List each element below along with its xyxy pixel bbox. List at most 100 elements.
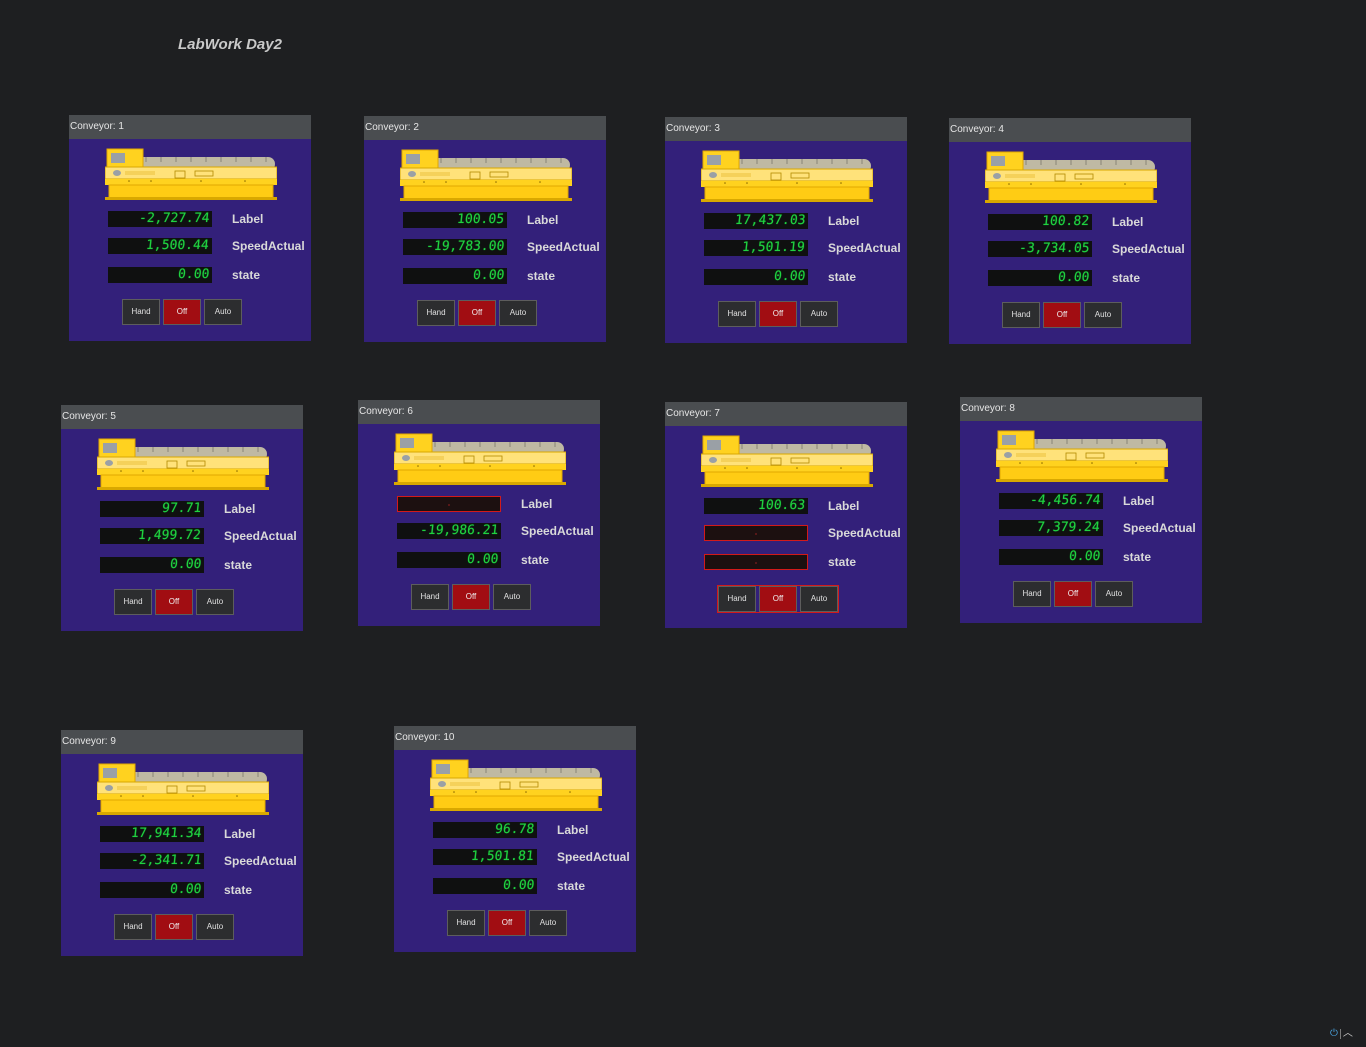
conveyor-panel-3: Conveyor: 3 17,437.03 Label 1,501.19 Spe… [665, 117, 907, 343]
conveyor-graphic [97, 763, 269, 815]
error-dot [755, 562, 757, 564]
hand-button[interactable]: Hand [718, 586, 756, 612]
off-button[interactable]: Off [759, 586, 797, 612]
speed-display: -19,986.21 [397, 523, 501, 539]
auto-button[interactable]: Auto [800, 586, 838, 612]
auto-button[interactable]: Auto [196, 589, 234, 615]
label-caption: Label [232, 212, 264, 226]
state-caption: state [232, 268, 261, 282]
auto-button[interactable]: Auto [800, 301, 838, 327]
mode-buttons: Hand Off Auto [1002, 302, 1122, 328]
auto-button[interactable]: Auto [529, 910, 567, 936]
off-button[interactable]: Off [488, 910, 526, 936]
off-button[interactable]: Off [1043, 302, 1081, 328]
state-display: 0.00 [999, 549, 1103, 565]
state-display: 0.00 [403, 268, 507, 284]
conveyor-panel-7: Conveyor: 7 100.63 Label SpeedActual sta… [665, 402, 907, 628]
auto-button[interactable]: Auto [196, 914, 234, 940]
state-caption: state [1112, 271, 1141, 285]
label-value: 97.71 [161, 501, 202, 516]
mode-buttons: Hand Off Auto [122, 299, 242, 325]
label-caption: Label [224, 827, 256, 841]
panel-header: Conveyor: 10 [394, 726, 636, 750]
power-icon[interactable]: ⏻ [1330, 1027, 1338, 1041]
state-display: 0.00 [704, 269, 808, 285]
off-button[interactable]: Off [155, 914, 193, 940]
speed-caption: SpeedActual [828, 241, 901, 255]
state-caption: state [521, 553, 550, 567]
hand-button[interactable]: Hand [411, 584, 449, 610]
hand-button[interactable]: Hand [114, 589, 152, 615]
speed-caption: SpeedActual [1123, 521, 1196, 535]
hand-button[interactable]: Hand [122, 299, 160, 325]
panel-header: Conveyor: 4 [949, 118, 1191, 142]
mode-buttons: Hand Off Auto [114, 589, 234, 615]
auto-button[interactable]: Auto [493, 584, 531, 610]
label-display: 100.82 [988, 214, 1092, 230]
label-value: 17,437.03 [733, 213, 806, 228]
label-value: 100.82 [1041, 214, 1090, 229]
speed-caption: SpeedActual [1112, 242, 1185, 256]
conveyor-graphic [430, 759, 602, 811]
panel-header: Conveyor: 9 [61, 730, 303, 754]
off-button[interactable]: Off [155, 589, 193, 615]
conveyor-panel-9: Conveyor: 9 17,941.34 Label -2,341.71 Sp… [61, 730, 303, 956]
auto-button[interactable]: Auto [204, 299, 242, 325]
state-display: 0.00 [397, 552, 501, 568]
speed-display: -19,783.00 [403, 239, 507, 255]
speed-value: -3,734.05 [1017, 241, 1090, 256]
off-button[interactable]: Off [452, 584, 490, 610]
label-value: -2,727.74 [137, 211, 210, 226]
auto-button[interactable]: Auto [1084, 302, 1122, 328]
auto-button[interactable]: Auto [499, 300, 537, 326]
hand-button[interactable]: Hand [718, 301, 756, 327]
off-button[interactable]: Off [163, 299, 201, 325]
conveyor-panel-2: Conveyor: 2 100.05 Label -19,783.00 Spee… [364, 116, 606, 342]
state-display: 0.00 [100, 882, 204, 898]
auto-button[interactable]: Auto [1095, 581, 1133, 607]
label-caption: Label [1112, 215, 1144, 229]
conveyor-graphic [701, 150, 873, 202]
speed-display: 1,499.72 [100, 528, 204, 544]
off-button[interactable]: Off [458, 300, 496, 326]
speed-value: -2,341.71 [129, 853, 202, 868]
off-button[interactable]: Off [759, 301, 797, 327]
label-display: 97.71 [100, 501, 204, 517]
conveyor-graphic [394, 433, 566, 485]
speed-caption: SpeedActual [557, 850, 630, 864]
speed-caption: SpeedActual [527, 240, 600, 254]
off-button[interactable]: Off [1054, 581, 1092, 607]
state-value: 0.00 [1056, 270, 1090, 285]
label-caption: Label [557, 823, 589, 837]
speed-value: 7,379.24 [1036, 520, 1101, 535]
speed-display: 1,501.19 [704, 240, 808, 256]
conveyor-panel-4: Conveyor: 4 100.82 Label -3,734.05 Speed… [949, 118, 1191, 344]
hand-button[interactable]: Hand [114, 914, 152, 940]
mode-buttons: Hand Off Auto [717, 585, 839, 613]
mode-buttons: Hand Off Auto [411, 584, 531, 610]
speed-value: 1,499.72 [137, 528, 202, 543]
panel-header: Conveyor: 2 [364, 116, 606, 140]
speed-value: 1,501.81 [470, 849, 535, 864]
state-caption: state [1123, 550, 1152, 564]
hand-button[interactable]: Hand [417, 300, 455, 326]
mode-buttons: Hand Off Auto [417, 300, 537, 326]
panel-header: Conveyor: 7 [665, 402, 907, 426]
caret-up-icon[interactable]: ︿ [1343, 1027, 1353, 1041]
state-caption: state [224, 883, 253, 897]
panel-header: Conveyor: 5 [61, 405, 303, 429]
speed-display [704, 525, 808, 541]
panel-header: Conveyor: 3 [665, 117, 907, 141]
state-display: 0.00 [988, 270, 1092, 286]
hand-button[interactable]: Hand [1002, 302, 1040, 328]
hand-button[interactable]: Hand [1013, 581, 1051, 607]
hand-button[interactable]: Hand [447, 910, 485, 936]
label-caption: Label [828, 499, 860, 513]
state-display: 0.00 [433, 878, 537, 894]
conveyor-graphic [985, 151, 1157, 203]
state-display [704, 554, 808, 570]
conveyor-panel-10: Conveyor: 10 96.78 Label 1,501.81 SpeedA… [394, 726, 636, 952]
conveyor-graphic [996, 430, 1168, 482]
mode-buttons: Hand Off Auto [114, 914, 234, 940]
state-value: 0.00 [1067, 549, 1101, 564]
